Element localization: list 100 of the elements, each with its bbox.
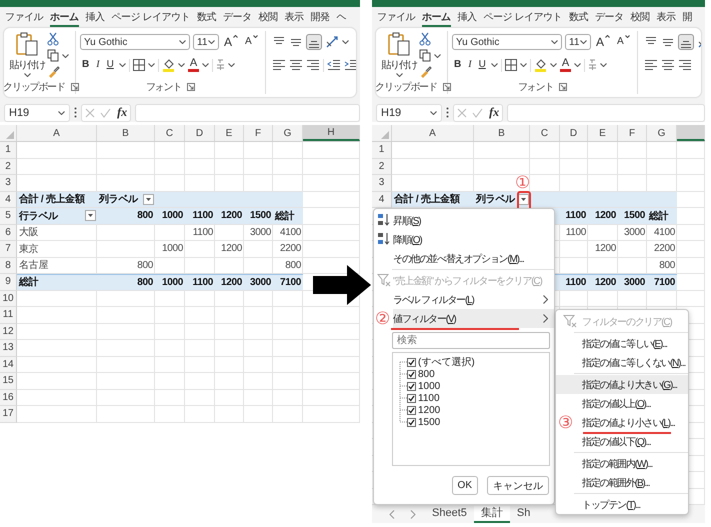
row-header[interactable]: 6: [0, 224, 17, 241]
ok-button[interactable]: OK: [452, 476, 478, 495]
menu-item[interactable]: 指定の値より小さい(L)...: [580, 413, 688, 432]
font-size-field[interactable]: 11: [565, 34, 591, 50]
ribbon-tab[interactable]: ファイル: [377, 8, 415, 26]
paste-button[interactable]: 貼り付け: [379, 31, 419, 80]
ribbon-tab[interactable]: 校閲: [630, 8, 650, 26]
font-name-field[interactable]: Yu Gothic: [452, 34, 562, 50]
caret-icon[interactable]: [178, 63, 185, 67]
row-header[interactable]: 2: [0, 158, 17, 175]
launcher-icon[interactable]: [442, 83, 451, 91]
row-header[interactable]: 3: [372, 175, 392, 192]
checkbox[interactable]: [407, 394, 416, 402]
menu-item[interactable]: 昇順(S): [374, 211, 554, 230]
align-center-icon[interactable]: [661, 59, 675, 71]
caret-icon[interactable]: [148, 63, 155, 67]
insert-function-button[interactable]: fx: [489, 105, 500, 120]
launcher-icon[interactable]: [187, 83, 196, 91]
orientation-icon[interactable]: [325, 35, 339, 49]
paste-button[interactable]: 貼り付け: [7, 31, 47, 80]
formula-input[interactable]: [135, 104, 360, 122]
menu-item[interactable]: 指定の範囲外(B)...: [556, 473, 688, 492]
more-options-icon[interactable]: [74, 107, 77, 118]
font-color-button[interactable]: A: [188, 58, 200, 72]
row-header[interactable]: 5: [0, 208, 17, 224]
brush-icon[interactable]: [419, 65, 432, 78]
align-bottom-button[interactable]: [678, 34, 694, 50]
caret-icon[interactable]: [550, 63, 557, 67]
grow-font-button[interactable]: A: [222, 35, 240, 49]
ribbon-tab[interactable]: ページ レイアウト: [484, 8, 562, 26]
bold-button[interactable]: B: [452, 58, 464, 72]
caret-icon[interactable]: [62, 54, 69, 58]
column-header[interactable]: A: [392, 125, 474, 141]
formula-input[interactable]: [507, 104, 705, 122]
align-left-icon[interactable]: [272, 59, 286, 71]
caret-icon[interactable]: [600, 63, 608, 67]
filter-button[interactable]: [518, 194, 529, 204]
ribbon-tab[interactable]: 挿入: [86, 8, 104, 26]
checkbox[interactable]: [407, 418, 416, 426]
row-header[interactable]: 1: [372, 142, 392, 158]
row-header[interactable]: 4: [0, 192, 17, 208]
menu-item[interactable]: 指定の値に等しい(E)...: [556, 334, 688, 353]
ribbon-tab[interactable]: ヘ: [336, 8, 346, 26]
caret-icon[interactable]: [520, 63, 527, 67]
column-header[interactable]: C: [530, 125, 560, 141]
brush-icon[interactable]: [47, 65, 60, 78]
column-header[interactable]: C: [155, 125, 185, 141]
scissors-icon[interactable]: [47, 32, 59, 46]
ribbon-tab[interactable]: ファイル: [5, 8, 43, 26]
row-header[interactable]: 9: [0, 274, 17, 290]
align-right-icon[interactable]: [678, 59, 692, 71]
row-header[interactable]: 8: [0, 258, 17, 274]
column-header[interactable]: A: [17, 125, 97, 141]
decrease-indent-icon[interactable]: [327, 59, 341, 71]
sheet-tab[interactable]: Sheet5: [425, 506, 474, 522]
menu-item[interactable]: 指定の値以下(Q)...: [556, 432, 688, 451]
caret-icon[interactable]: [342, 40, 349, 44]
checkbox[interactable]: [407, 370, 416, 378]
ribbon-tab[interactable]: ページ レイアウト: [112, 8, 190, 26]
row-header[interactable]: 17: [0, 406, 17, 422]
align-center-icon[interactable]: [289, 59, 303, 71]
row-header[interactable]: 12: [0, 324, 17, 340]
more-options-icon[interactable]: [446, 107, 449, 118]
menu-item[interactable]: 指定の値以上(O)...: [556, 394, 688, 413]
row-header[interactable]: 1: [0, 142, 17, 158]
row-header[interactable]: 16: [0, 390, 17, 406]
ribbon-tab[interactable]: データ: [222, 8, 252, 26]
previous-sheet-icon[interactable]: [389, 510, 395, 518]
menu-item[interactable]: ラベル フィルター(L): [374, 290, 554, 309]
column-header[interactable]: D: [560, 125, 588, 141]
italic-button[interactable]: I: [94, 58, 102, 72]
sheet-tab[interactable]: Sh: [510, 506, 538, 522]
launcher-icon[interactable]: [70, 83, 79, 91]
ribbon-tab[interactable]: 校閲: [258, 8, 278, 26]
row-header[interactable]: 14: [0, 356, 17, 373]
checkbox[interactable]: [407, 406, 416, 414]
align-bottom-button[interactable]: [306, 34, 322, 50]
font-size-field[interactable]: 11: [193, 34, 219, 50]
name-box[interactable]: H19: [4, 104, 70, 122]
column-header[interactable]: F: [244, 125, 273, 141]
column-header[interactable]: B: [474, 125, 530, 141]
menu-item[interactable]: その他の並べ替えオプション(M)...: [374, 249, 554, 268]
caret-icon[interactable]: [434, 54, 441, 58]
fill-color-icon[interactable]: [534, 58, 547, 72]
shrink-font-button[interactable]: A: [243, 35, 260, 49]
checkbox[interactable]: [407, 358, 416, 366]
align-left-icon[interactable]: [644, 59, 658, 71]
column-header[interactable]: [677, 125, 705, 141]
sheet-tab[interactable]: 集計: [474, 506, 510, 522]
borders-icon[interactable]: [504, 59, 517, 71]
caret-icon[interactable]: [228, 63, 236, 67]
copy-icon[interactable]: [419, 49, 432, 62]
fill-color-icon[interactable]: [162, 58, 175, 72]
column-header[interactable]: B: [97, 125, 155, 141]
grow-font-button[interactable]: A: [594, 35, 612, 49]
search-field[interactable]: 検索: [392, 332, 550, 349]
caret-icon[interactable]: [202, 63, 210, 67]
row-header[interactable]: 10: [0, 290, 17, 307]
ribbon-tab[interactable]: 数式: [196, 8, 216, 26]
ribbon-tab[interactable]: 表示: [284, 8, 304, 26]
